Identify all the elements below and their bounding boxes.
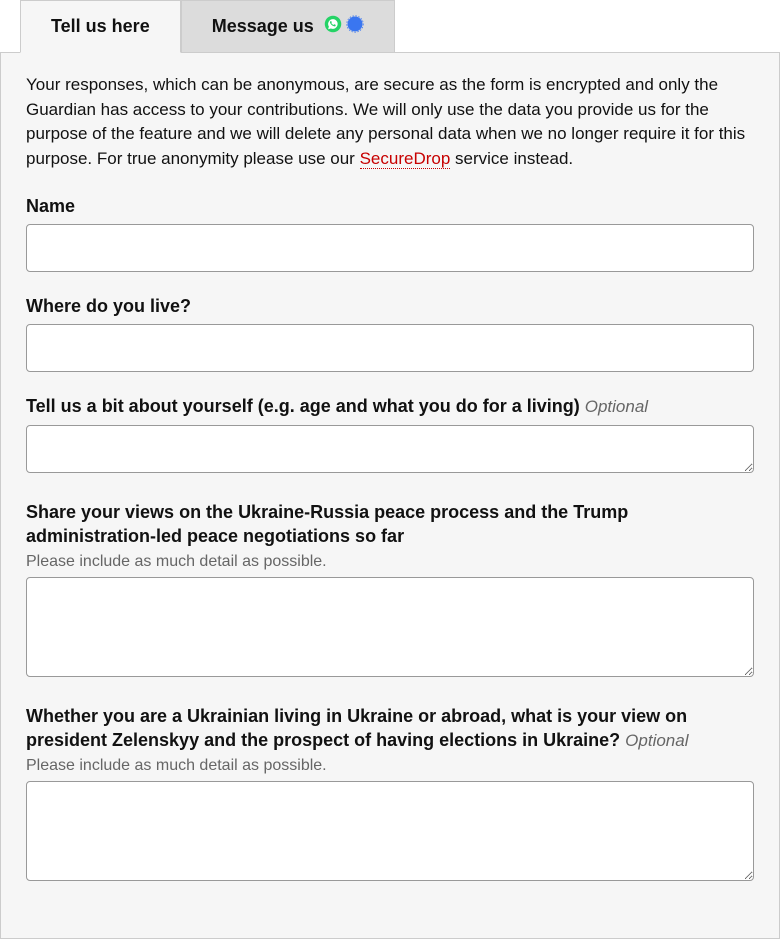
whatsapp-icon (324, 15, 342, 38)
tab-label: Tell us here (51, 16, 150, 37)
views-input[interactable] (26, 577, 754, 677)
field-about: Tell us a bit about yourself (e.g. age a… (26, 394, 754, 478)
about-label-text: Tell us a bit about yourself (e.g. age a… (26, 396, 580, 416)
zelenskyy-label-text: Whether you are a Ukrainian living in Uk… (26, 706, 687, 750)
intro-text: Your responses, which can be anonymous, … (26, 73, 754, 172)
views-hint: Please include as much detail as possibl… (26, 553, 754, 571)
tab-icons (324, 15, 364, 38)
optional-tag: Optional (625, 731, 688, 750)
optional-tag: Optional (585, 397, 648, 416)
name-label: Name (26, 194, 754, 218)
zelenskyy-hint: Please include as much detail as possibl… (26, 757, 754, 775)
form-panel: Your responses, which can be anonymous, … (0, 52, 780, 939)
tab-label: Message us (212, 16, 314, 37)
intro-after: service instead. (450, 149, 573, 168)
tab-bar: Tell us here Message us (20, 0, 780, 53)
about-input[interactable] (26, 425, 754, 473)
tab-tell-us-here[interactable]: Tell us here (20, 0, 181, 53)
signal-icon (346, 15, 364, 38)
field-zelenskyy: Whether you are a Ukrainian living in Uk… (26, 704, 754, 886)
field-views: Share your views on the Ukraine-Russia p… (26, 500, 754, 682)
views-label: Share your views on the Ukraine-Russia p… (26, 500, 754, 549)
about-label: Tell us a bit about yourself (e.g. age a… (26, 394, 754, 419)
zelenskyy-label: Whether you are a Ukrainian living in Uk… (26, 704, 754, 753)
name-input[interactable] (26, 224, 754, 272)
location-input[interactable] (26, 324, 754, 372)
field-location: Where do you live? (26, 294, 754, 372)
field-name: Name (26, 194, 754, 272)
zelenskyy-input[interactable] (26, 781, 754, 881)
securedrop-link[interactable]: SecureDrop (360, 149, 451, 169)
tab-message-us[interactable]: Message us (181, 0, 395, 53)
location-label: Where do you live? (26, 294, 754, 318)
